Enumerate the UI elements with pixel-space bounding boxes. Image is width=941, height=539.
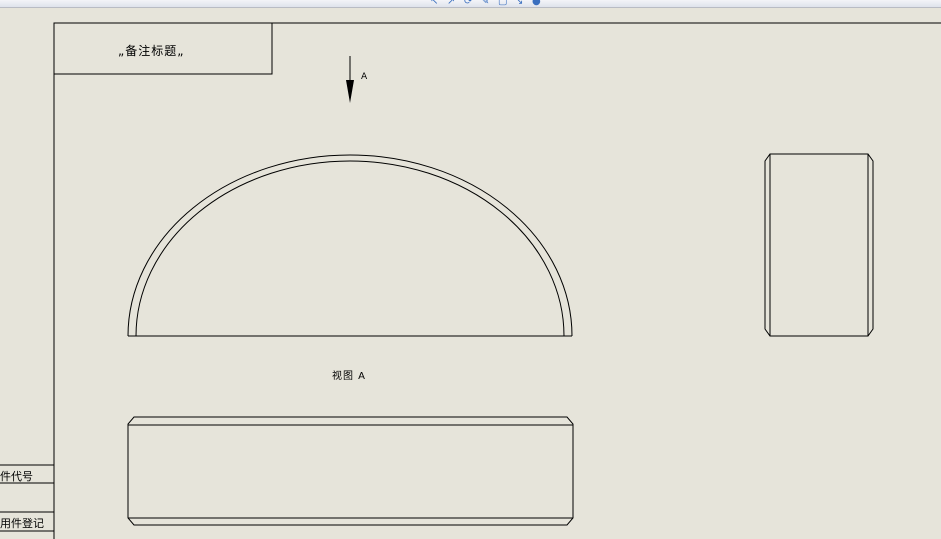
outer-arc <box>127 154 573 337</box>
drawing-sheet[interactable] <box>0 0 941 539</box>
front-view-half-ring[interactable] <box>127 154 573 337</box>
side-table-row-label: 用件登记 <box>0 517 44 530</box>
side-view-outline <box>764 153 874 337</box>
bottom-view-block[interactable] <box>127 416 574 526</box>
view-caption: 视图 A <box>332 371 367 382</box>
title-block-text: „备注标题„ <box>118 44 185 58</box>
view-arrow-head <box>346 80 354 103</box>
view-arrow-label: A <box>361 72 368 82</box>
bottom-view-outline <box>127 416 574 526</box>
side-table-row-label: 件代号 <box>0 470 33 483</box>
side-view-block[interactable] <box>764 153 874 337</box>
inner-arc <box>135 160 565 337</box>
